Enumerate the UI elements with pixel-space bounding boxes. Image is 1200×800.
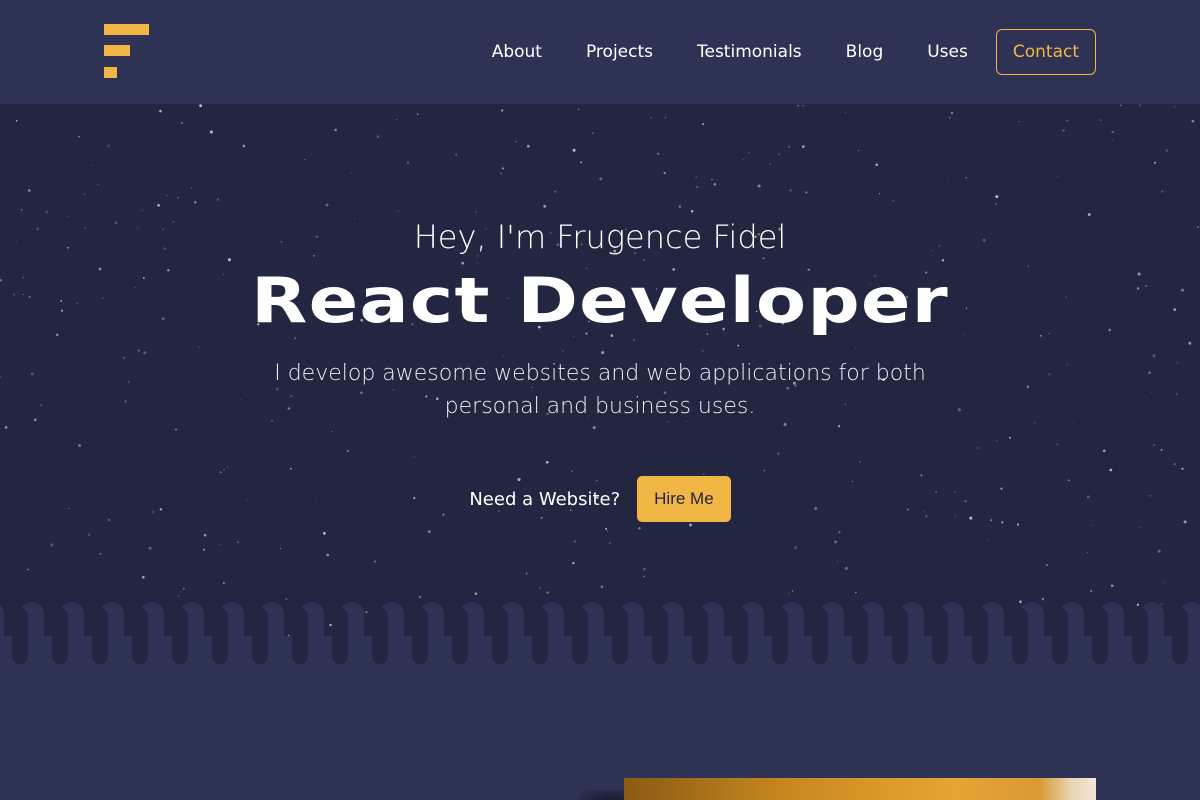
hero-section: Hey, I'm Frugence Fidel React Developer … xyxy=(0,104,1200,664)
nav-link-about[interactable]: About xyxy=(492,42,542,62)
nav-link-uses[interactable]: Uses xyxy=(927,42,968,62)
nav-link-projects[interactable]: Projects xyxy=(586,42,653,62)
hero-greeting: Hey, I'm Frugence Fidel xyxy=(413,218,787,256)
hero-tagline: I develop awesome websites and web appli… xyxy=(274,361,926,419)
hire-me-button[interactable]: Hire Me xyxy=(637,476,731,522)
nav-link-testimonials[interactable]: Testimonials xyxy=(697,42,802,62)
drip-divider xyxy=(0,602,1200,668)
portfolio-page: About Projects Testimonials Blog Uses Co… xyxy=(0,0,1200,800)
nav-links: About Projects Testimonials Blog Uses Co… xyxy=(492,29,1096,75)
profile-photo xyxy=(624,778,1096,800)
contact-button[interactable]: Contact xyxy=(995,29,1096,75)
logo-icon[interactable] xyxy=(104,24,150,80)
cta-row: Need a Website? Hire Me xyxy=(0,476,1200,522)
logo-bar-top xyxy=(104,24,149,35)
nav-link-blog[interactable]: Blog xyxy=(846,42,884,62)
logo-bar-middle xyxy=(104,45,130,56)
logo-bar-bottom xyxy=(104,67,117,78)
navbar: About Projects Testimonials Blog Uses Co… xyxy=(0,0,1200,104)
about-section xyxy=(0,664,1200,800)
hero-title: React Developer xyxy=(251,264,949,337)
cta-text: Need a Website? xyxy=(469,488,621,510)
